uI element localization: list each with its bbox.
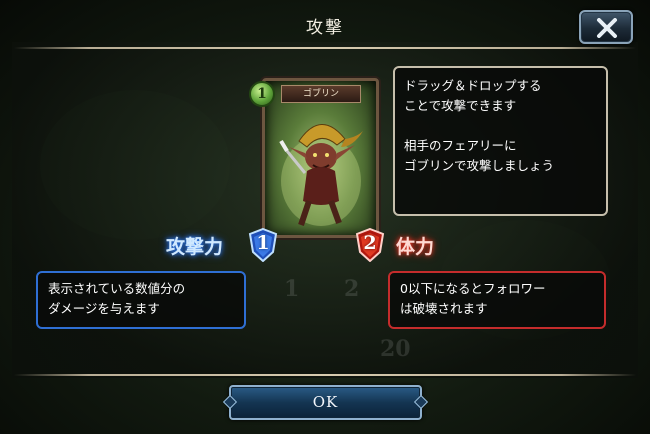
- tooltip-line: ダメージを与えます: [48, 301, 160, 316]
- attack-value: 1: [256, 232, 270, 254]
- goblin-card[interactable]: ゴブリン: [262, 78, 379, 238]
- tooltip-line: は破壊されます: [400, 301, 488, 316]
- board-number: 2: [344, 276, 360, 302]
- tooltip-line: 表示されている数値分の: [48, 281, 186, 296]
- hp-label: 体力: [396, 236, 435, 258]
- attack-label: 攻撃力: [166, 236, 224, 258]
- tooltip-line: 相手のフェアリーに: [404, 138, 517, 153]
- drag-instruction-tooltip: ドラッグ＆ドロップする ことで攻撃できます 相手のフェアリーに ゴブリンで攻撃し…: [393, 66, 608, 216]
- close-button[interactable]: [579, 10, 633, 44]
- tooltip-line: ドラッグ＆ドロップする: [404, 78, 542, 93]
- board-number: 1: [284, 276, 300, 302]
- top-divider: [14, 47, 636, 49]
- goblin-art: [279, 124, 363, 226]
- close-x-icon: [597, 18, 617, 38]
- board-number: 20: [380, 336, 411, 362]
- tooltip-line: 0以下になるとフォロワー: [400, 281, 546, 296]
- ok-button[interactable]: OK: [229, 385, 422, 420]
- tooltip-line: ゴブリンで攻撃しましょう: [404, 158, 555, 173]
- attack-badge: 1: [248, 228, 278, 262]
- hp-explanation-tooltip: 0以下になるとフォロワー は破壊されます: [388, 271, 606, 329]
- bottom-divider: [14, 374, 636, 376]
- tooltip-line: ことで攻撃できます: [404, 98, 517, 113]
- attack-explanation-tooltip: 表示されている数値分の ダメージを与えます: [36, 271, 246, 329]
- card-cost-gem: 1: [249, 81, 275, 107]
- dialog-title: 攻撃: [306, 18, 344, 38]
- hp-value: 2: [363, 232, 377, 254]
- hp-badge: 2: [355, 228, 385, 262]
